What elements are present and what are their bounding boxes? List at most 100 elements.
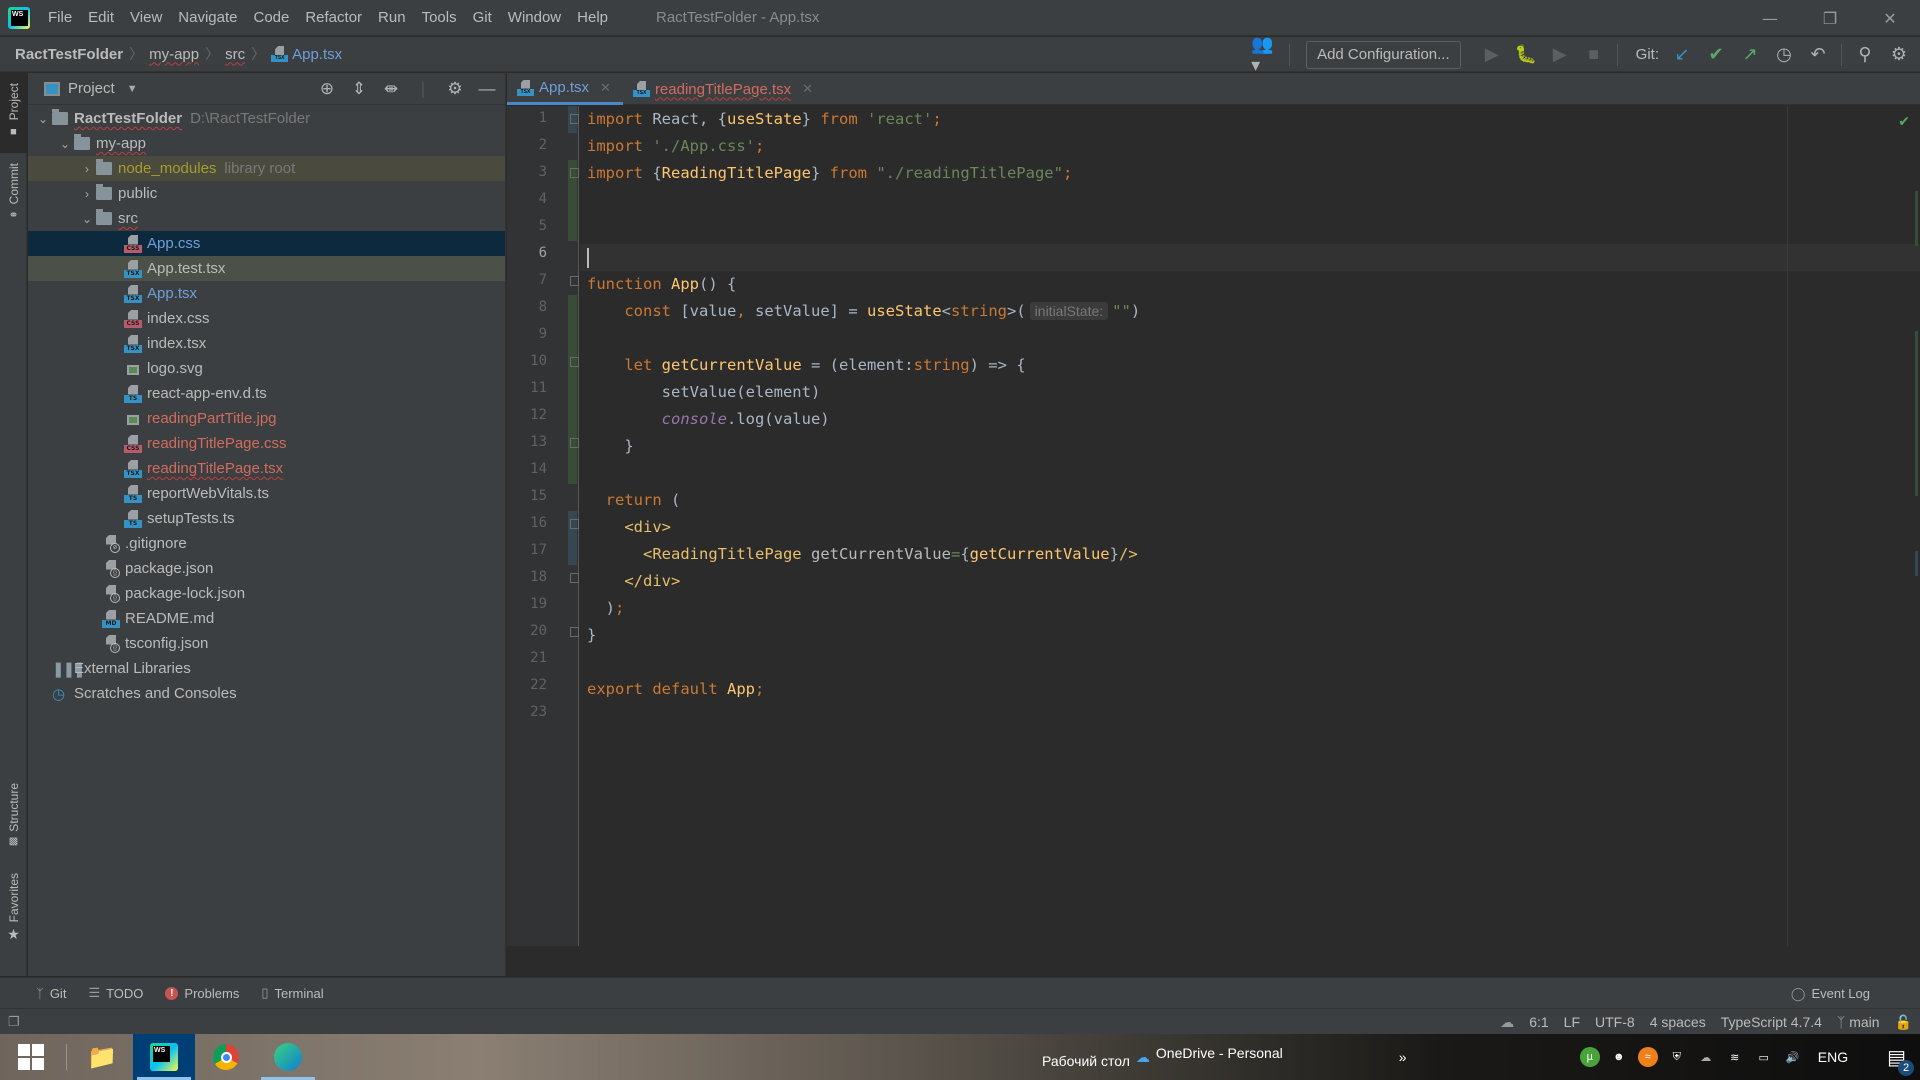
tab-reading-title-page-tsx[interactable]: TSX readingTitlePage.tsx ✕ <box>623 73 825 105</box>
lock-open-icon[interactable]: 🔓 <box>1895 1014 1912 1031</box>
git-history-icon[interactable]: ◷ <box>1769 41 1799 69</box>
tree-item-gitignore[interactable]: ⊘ .gitignore <box>28 531 505 556</box>
tree-item-reading-title-page-css[interactable]: CSS readingTitlePage.css <box>28 431 505 456</box>
cloud-error-icon[interactable]: ☁ <box>1696 1047 1716 1067</box>
git-push-icon[interactable]: ↗ <box>1735 41 1765 69</box>
menu-view[interactable]: View <box>122 9 170 26</box>
tool-tab-problems[interactable]: ! Problems <box>165 986 239 1001</box>
tree-item-index-tsx[interactable]: TSX index.tsx <box>28 331 505 356</box>
breadcrumb-file[interactable]: TSX App.tsx <box>267 46 346 63</box>
chevron-right-icon[interactable]: › <box>78 187 96 201</box>
expand-all-icon[interactable]: ⇕ <box>347 79 371 99</box>
menu-file[interactable]: File <box>40 9 80 26</box>
menu-refactor[interactable]: Refactor <box>297 9 370 26</box>
file-encoding[interactable]: UTF-8 <box>1595 1014 1635 1030</box>
vcs-change-marker[interactable] <box>568 295 577 484</box>
collapse-all-icon[interactable]: ⇼ <box>379 79 403 99</box>
indent-setting[interactable]: 4 spaces <box>1650 1014 1706 1030</box>
tool-tab-git[interactable]: ᛉ Git <box>36 986 66 1001</box>
tree-item-tsconfig[interactable]: {} tsconfig.json <box>28 631 505 656</box>
desktop-toolbar-label[interactable]: Рабочий стол <box>1042 1053 1130 1069</box>
fold-marker-icon[interactable] <box>570 114 579 124</box>
menu-git[interactable]: Git <box>465 9 500 26</box>
fold-marker-icon[interactable] <box>570 276 579 286</box>
volume-icon[interactable]: 🔊 <box>1783 1047 1803 1067</box>
restore-button[interactable]: ❐ <box>1800 0 1860 36</box>
chevron-down-icon[interactable]: ⌄ <box>56 137 74 151</box>
close-window-button[interactable]: ✕ <box>1860 0 1920 36</box>
utorrent-icon[interactable]: µ <box>1579 1047 1600 1067</box>
menu-navigate[interactable]: Navigate <box>170 9 245 26</box>
settings-gear-icon[interactable]: ⚙ <box>1884 41 1914 69</box>
run-icon[interactable]: ▶ <box>1477 41 1507 69</box>
fold-marker-icon[interactable] <box>570 573 579 583</box>
chevron-down-icon[interactable]: ⌄ <box>34 112 52 126</box>
tree-item-package-lock-json[interactable]: {} package-lock.json <box>28 581 505 606</box>
git-branch-widget[interactable]: ᛉ main <box>1837 1014 1880 1030</box>
tree-item-my-app[interactable]: ⌄ my-app <box>28 131 505 156</box>
minimize-button[interactable]: — <box>1740 0 1800 36</box>
panel-settings-gear-icon[interactable]: ⚙ <box>443 79 467 99</box>
coverage-icon[interactable]: ▶ <box>1545 41 1575 69</box>
tree-item-app-test-tsx[interactable]: TSX App.test.tsx <box>28 256 505 281</box>
fold-marker-icon[interactable] <box>570 168 579 178</box>
tree-item-public[interactable]: › public <box>28 181 505 206</box>
inspections-icon[interactable]: ☁ <box>1500 1014 1514 1031</box>
input-language[interactable]: ENG <box>1818 1049 1848 1065</box>
tree-item-ractTestFolder[interactable]: ⌄ RactTestFolder D:\RactTestFolder <box>28 106 505 131</box>
scrollbar-change-marker[interactable] <box>1915 551 1918 576</box>
scrollbar-change-marker[interactable] <box>1915 331 1918 496</box>
chevron-more-icon[interactable]: » <box>1399 1049 1407 1065</box>
stop-icon[interactable]: ■ <box>1579 41 1609 69</box>
security-shield-icon[interactable]: ⛨ <box>1667 1047 1687 1067</box>
tool-tab-terminal[interactable]: ▯ Terminal <box>261 985 323 1001</box>
taskbar-webstorm[interactable] <box>133 1034 195 1080</box>
battery-icon[interactable]: ▭ <box>1754 1047 1774 1067</box>
chevron-down-icon[interactable]: ▼ <box>127 83 138 95</box>
close-tab-icon[interactable]: ✕ <box>802 81 813 97</box>
wifi-icon[interactable]: ≋ <box>1725 1047 1745 1067</box>
inspection-ok-icon[interactable]: ✔ <box>1898 114 1910 130</box>
fold-marker-icon[interactable] <box>570 627 579 637</box>
menu-help[interactable]: Help <box>569 9 616 26</box>
chevron-right-icon[interactable]: › <box>78 162 96 176</box>
tool-tab-favorites[interactable]: Favorites ★ <box>0 873 27 963</box>
start-button[interactable] <box>0 1034 62 1080</box>
search-icon[interactable]: ⚲ <box>1850 41 1880 69</box>
hide-panel-icon[interactable]: — <box>475 79 499 99</box>
tool-tab-commit[interactable]: Commit ⚭ <box>0 163 27 243</box>
menu-window[interactable]: Window <box>500 9 569 26</box>
scrollbar-change-marker[interactable] <box>1915 191 1918 246</box>
project-view-selector[interactable]: Project <box>68 80 115 97</box>
app-tray-icon[interactable]: ≈ <box>1637 1047 1658 1067</box>
tree-item-scratches[interactable]: ◷ Scratches and Consoles <box>28 681 505 706</box>
caret-position[interactable]: 6:1 <box>1529 1014 1548 1030</box>
taskbar-edge[interactable] <box>257 1034 319 1080</box>
account-icon[interactable]: 👥▾ <box>1251 34 1281 75</box>
notifications-icon[interactable]: ▤ 2 <box>1887 1045 1914 1076</box>
language-version[interactable]: TypeScript 4.7.4 <box>1721 1014 1822 1030</box>
code-editor[interactable]: 1 2 3 4 5 6 7 8 9 10 11 12 13 14 15 16 17 18 19 20 21 22 23 im… <box>507 106 1920 946</box>
tab-app-tsx[interactable]: TSX App.tsx ✕ <box>507 73 623 105</box>
tree-item-node-modules[interactable]: › node_modules library root <box>28 156 505 181</box>
locate-file-icon[interactable]: ⊕ <box>315 79 339 99</box>
breadcrumb-my-app[interactable]: my-app <box>145 46 203 63</box>
tree-item-index-css[interactable]: CSS index.css <box>28 306 505 331</box>
tree-item-reading-title-page-tsx[interactable]: TSX readingTitlePage.tsx <box>28 456 505 481</box>
menu-edit[interactable]: Edit <box>80 9 122 26</box>
tree-item-readme[interactable]: MD README.md <box>28 606 505 631</box>
tool-tab-structure[interactable]: Structure ▩ <box>0 783 27 863</box>
tree-item-package-json[interactable]: {} package.json <box>28 556 505 581</box>
taskbar-file-explorer[interactable]: 📁 <box>71 1034 133 1080</box>
taskbar-chrome[interactable] <box>195 1034 257 1080</box>
tree-item-report-web-vitals[interactable]: TS reportWebVitals.ts <box>28 481 505 506</box>
line-separator[interactable]: LF <box>1564 1014 1580 1030</box>
fold-marker-icon[interactable] <box>570 519 579 529</box>
tool-tab-project[interactable]: Project ■ <box>0 73 27 153</box>
tree-item-external-libraries[interactable]: ❚❚❚ External Libraries <box>28 656 505 681</box>
git-commit-icon[interactable]: ✔ <box>1701 41 1731 69</box>
tree-item-react-app-env[interactable]: TS react-app-env.d.ts <box>28 381 505 406</box>
tree-item-logo-svg[interactable]: logo.svg <box>28 356 505 381</box>
tool-tab-todo[interactable]: ☰ TODO <box>88 985 143 1001</box>
event-log-button[interactable]: ◯ Event Log <box>1791 978 1870 1009</box>
